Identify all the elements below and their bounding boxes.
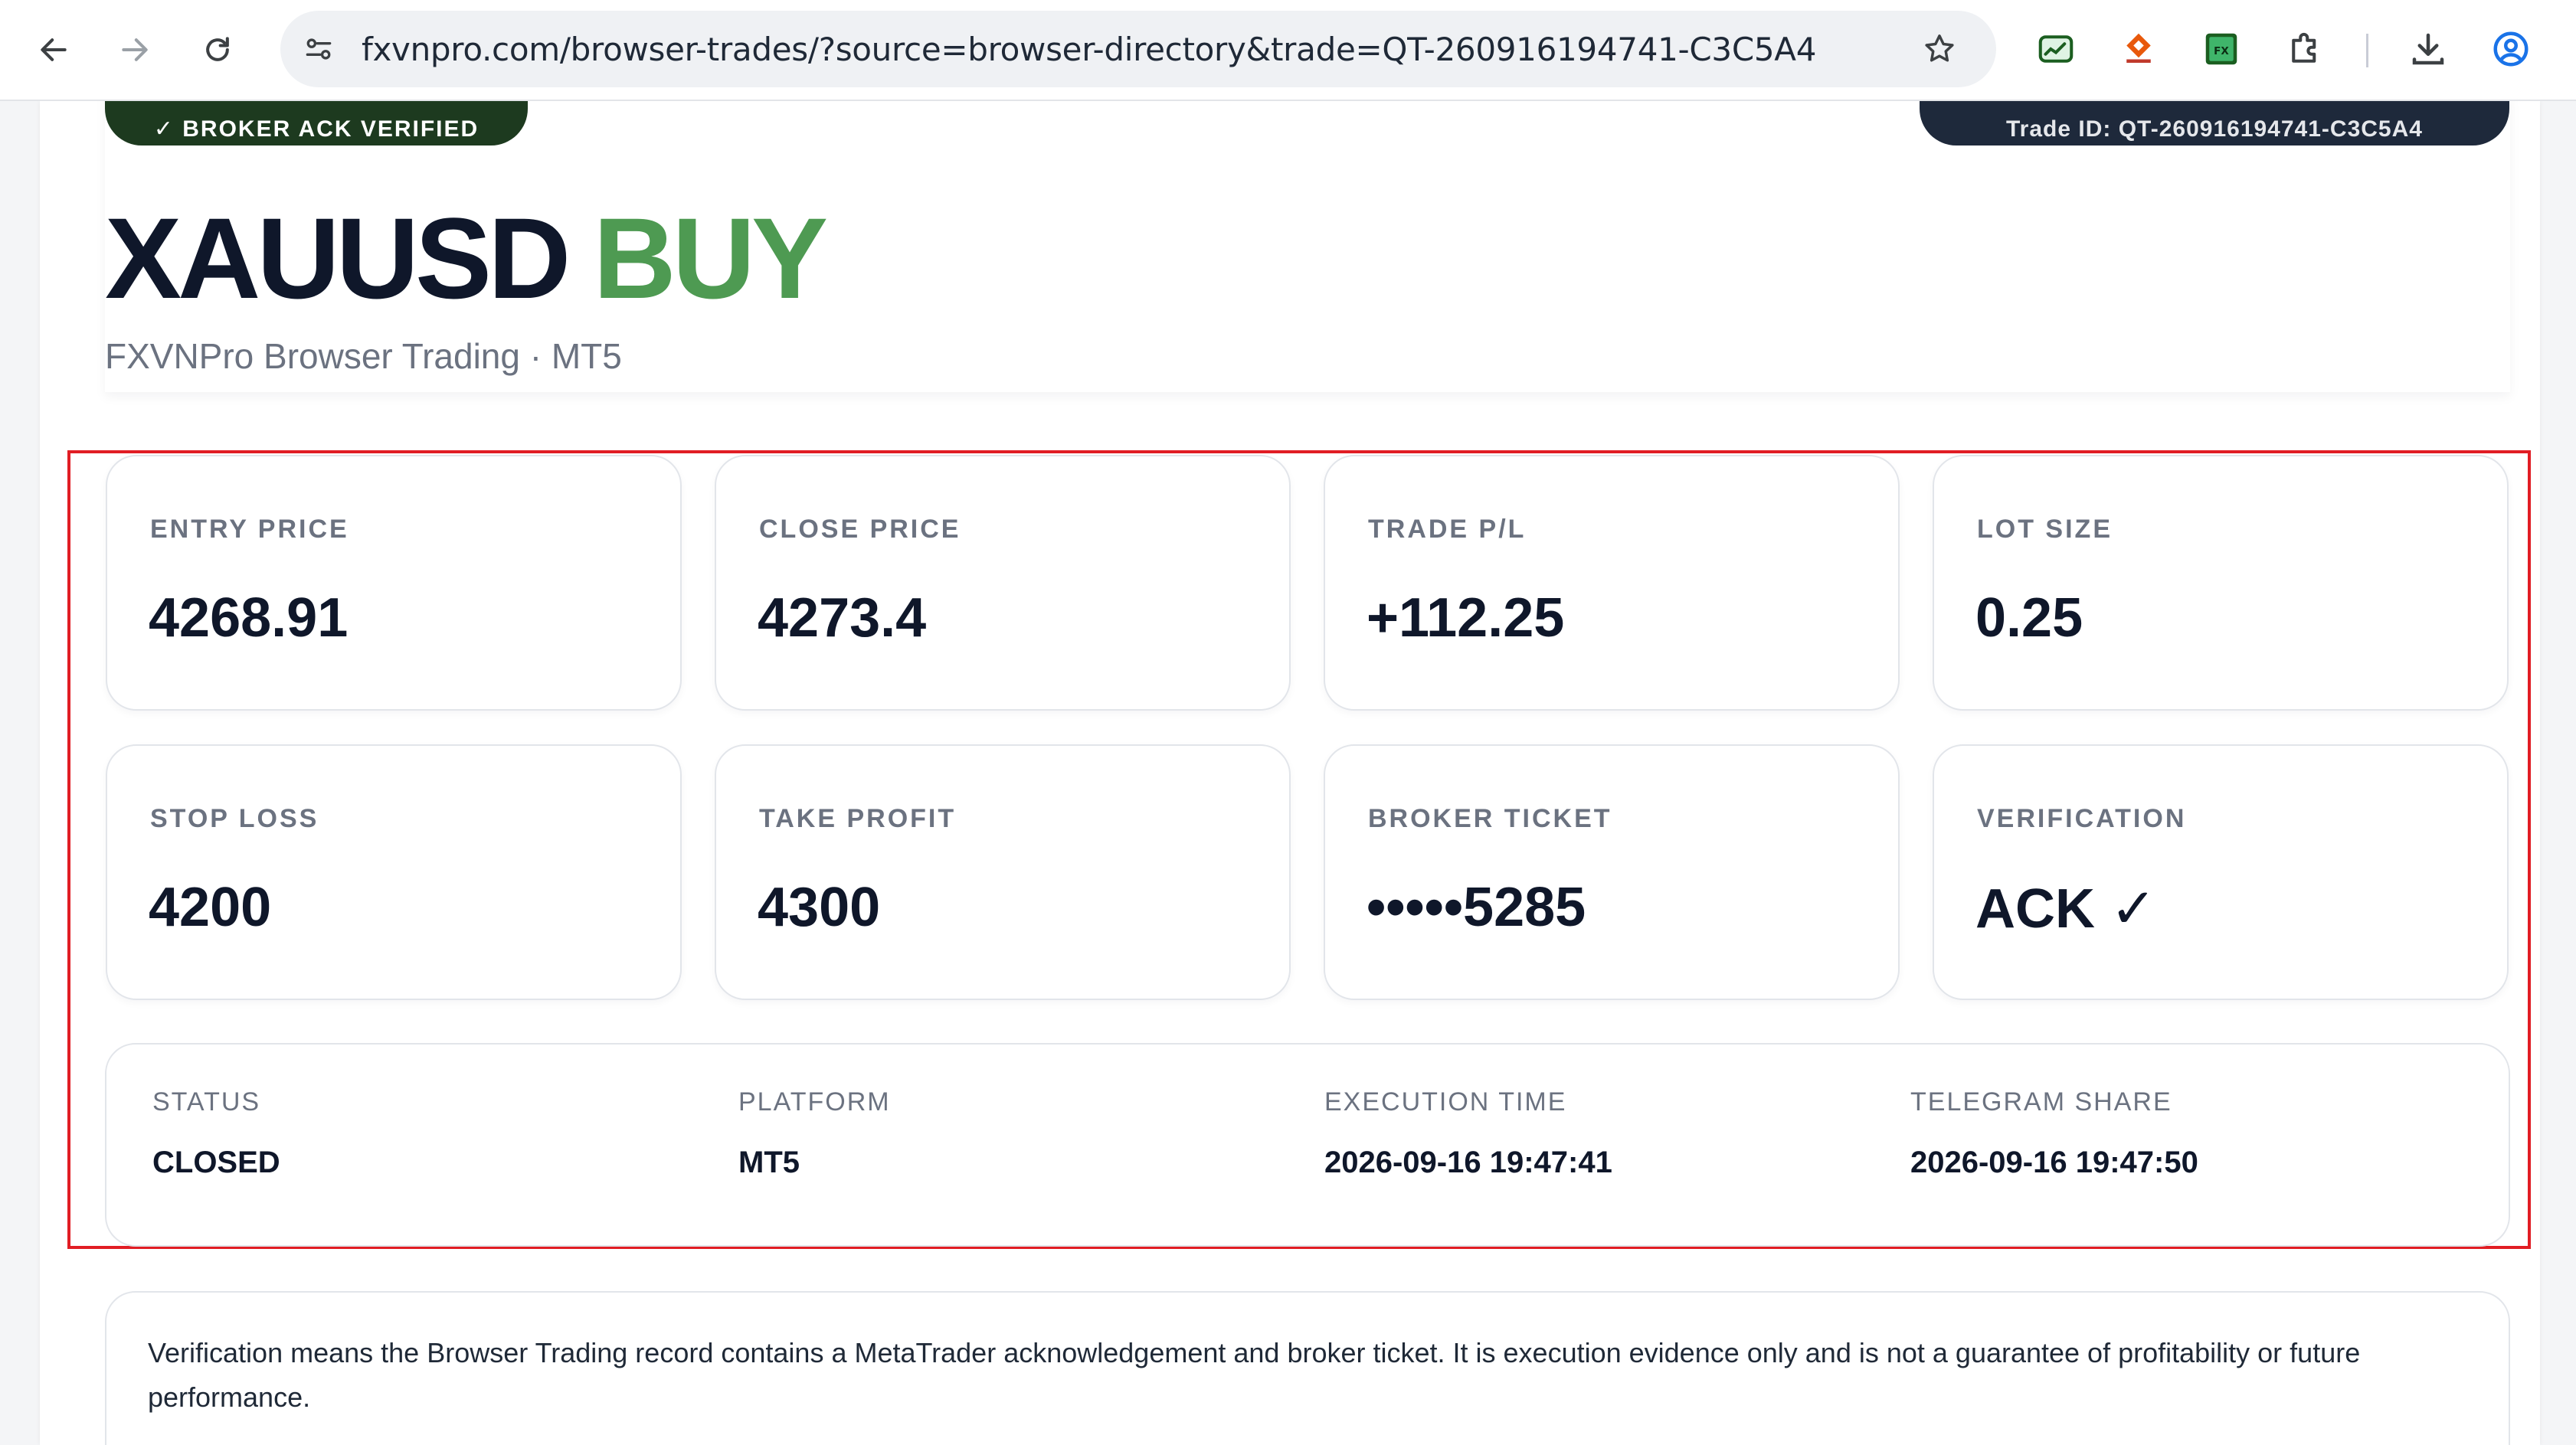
meta-value: MT5 [738,1146,800,1179]
meta-value: CLOSED [152,1146,280,1179]
downloads-button[interactable] [2404,25,2453,74]
svg-text:FX: FX [2214,45,2229,57]
profile-button[interactable] [2486,25,2535,74]
meta-status: STATUS CLOSED [152,1087,704,1202]
forward-button[interactable] [104,23,165,77]
reload-icon [206,37,229,61]
extension-fxvnpro-button[interactable] [2114,25,2163,74]
star-icon [1925,34,1954,62]
back-button[interactable] [23,23,84,77]
extension-fx-button[interactable]: FX [2197,25,2246,74]
stat-value: 0.25 [1975,587,2083,649]
meta-value: 2026-09-16 19:47:41 [1324,1146,1612,1179]
page-title: XAUUSD BUY [105,193,828,323]
verification-disclaimer: Verification means the Browser Trading r… [105,1291,2510,1445]
stat-value: 4200 [149,877,272,938]
back-arrow-icon [41,38,67,61]
stat-card-entry-price: ENTRY PRICE 4268.91 [106,455,682,711]
bookmark-button[interactable] [1918,28,1961,70]
site-info-icon [306,38,332,60]
stat-label: VERIFICATION [1977,804,2187,833]
toolbar-divider [2366,34,2368,67]
stat-value: +112.25 [1367,587,1565,649]
browser-toolbar: fxvnpro.com/browser-trades/?source=brows… [0,0,2576,101]
broker-ack-badge: ✓ BROKER ACK VERIFIED [105,101,528,145]
stat-card-broker-ticket: BROKER TICKET •••••5285 [1324,744,1900,1000]
stat-label: TRADE P/L [1368,515,1527,544]
stat-card-lot-size: LOT SIZE 0.25 [1933,455,2509,711]
extension-chart-icon [2038,35,2074,63]
broker-ack-badge-text: ✓ BROKER ACK VERIFIED [153,116,480,142]
address-bar[interactable]: fxvnpro.com/browser-trades/?source=brows… [280,11,1996,87]
forward-arrow-icon [122,38,148,61]
stat-card-trade-pl: TRADE P/L +112.25 [1324,455,1900,711]
trade-meta-card: STATUS CLOSED PLATFORM MT5 EXECUTION TIM… [105,1043,2510,1247]
trade-id-badge-text: Trade ID: QT-260916194741-C3C5A4 [2006,116,2423,142]
stat-card-verification: VERIFICATION ACK ✓ [1933,744,2509,1000]
extension-chart-button[interactable] [2031,25,2080,74]
extension-fx-icon: FX [2205,33,2237,65]
meta-label: PLATFORM [738,1087,891,1116]
meta-telegram-share: TELEGRAM SHARE 2026-09-16 19:47:50 [1910,1087,2462,1202]
stat-value: •••••5285 [1367,877,1586,938]
trade-id-badge: Trade ID: QT-260916194741-C3C5A4 [1920,101,2509,145]
stat-card-take-profit: TAKE PROFIT 4300 [715,744,1291,1000]
stat-value: ACK ✓ [1975,878,2157,940]
disclaimer-text: Verification means the Browser Trading r… [148,1337,2361,1413]
meta-execution-time: EXECUTION TIME 2026-09-16 19:47:41 [1324,1087,1876,1202]
stat-label: CLOSE PRICE [759,515,961,544]
meta-label: EXECUTION TIME [1324,1087,1567,1116]
stat-label: STOP LOSS [150,804,319,833]
stat-label: LOT SIZE [1977,515,2113,544]
stat-value: 4273.4 [758,587,927,649]
meta-platform: PLATFORM MT5 [738,1087,1290,1202]
extension-fxvnpro-icon [2126,33,2151,63]
download-icon [2412,33,2444,65]
stat-label: ENTRY PRICE [150,515,349,544]
stat-value: 4268.91 [149,587,349,649]
meta-label: TELEGRAM SHARE [1910,1087,2172,1116]
stat-card-stop-loss: STOP LOSS 4200 [106,744,682,1000]
stat-value: 4300 [758,877,881,938]
trade-side: BUY [593,194,828,322]
url-text[interactable]: fxvnpro.com/browser-trades/?source=brows… [362,31,1816,69]
stat-card-close-price: CLOSE PRICE 4273.4 [715,455,1291,711]
page-viewport: ✓ BROKER ACK VERIFIED Trade ID: QT-26091… [0,101,2576,1445]
extensions-puzzle-icon [2292,32,2316,63]
extensions-button[interactable] [2281,25,2330,74]
reload-button[interactable] [187,23,248,77]
trade-symbol: XAUUSD [105,194,571,322]
profile-icon [2493,31,2529,67]
stat-label: BROKER TICKET [1368,804,1612,833]
stat-label: TAKE PROFIT [759,804,957,833]
site-info-button[interactable] [294,25,343,74]
meta-value: 2026-09-16 19:47:50 [1910,1146,2198,1179]
meta-label: STATUS [152,1087,261,1116]
page-subtitle: FXVNPro Browser Trading · MT5 [105,336,622,376]
